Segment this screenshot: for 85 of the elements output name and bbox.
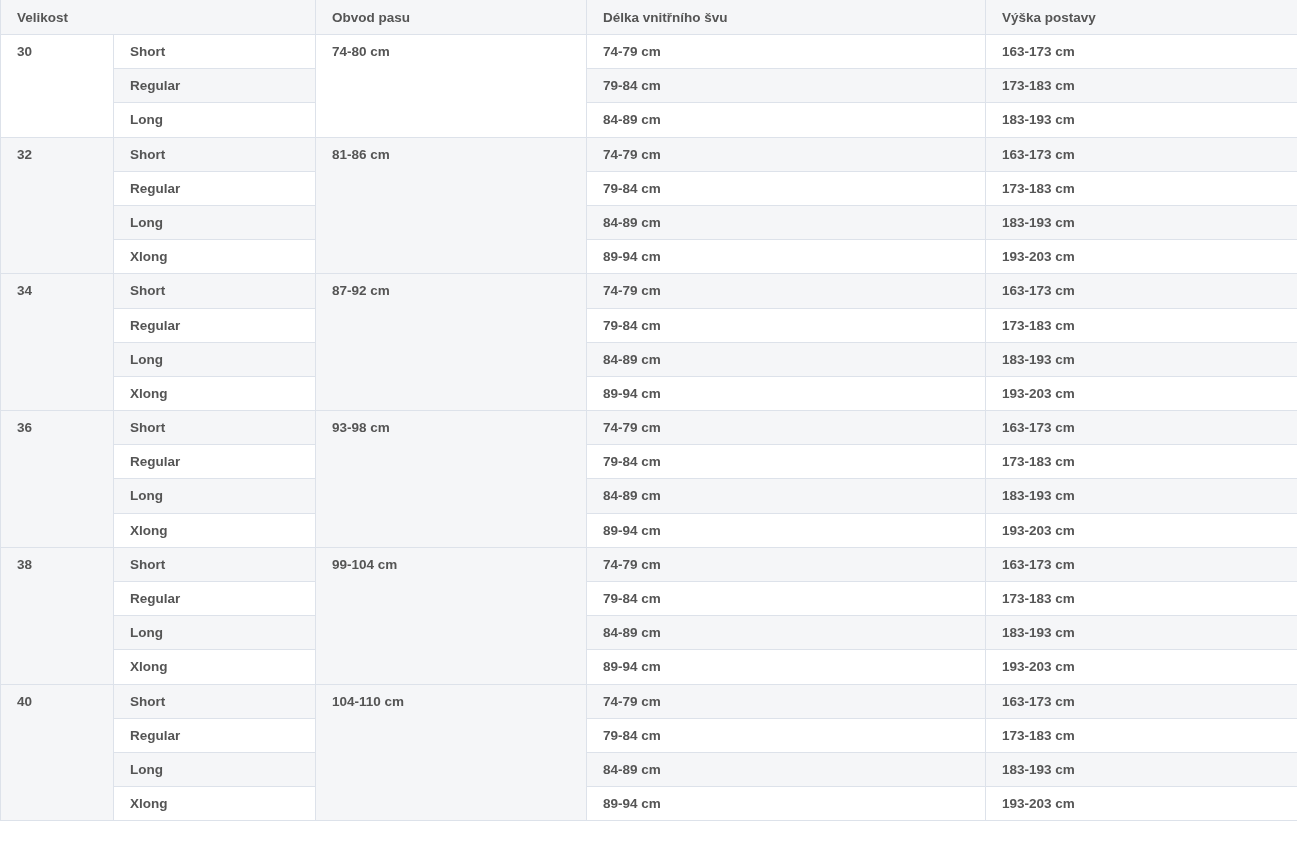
- height-cell: 163-173 cm: [985, 34, 1297, 69]
- height-cell: 183-193 cm: [985, 205, 1297, 240]
- length-cell: Long: [113, 478, 316, 514]
- waist-cell: 87-92 cm: [315, 273, 587, 411]
- height-cell: 183-193 cm: [985, 478, 1297, 514]
- length-cell: Short: [113, 547, 316, 582]
- length-cell: Xlong: [113, 649, 316, 685]
- size-cell: 34: [0, 273, 114, 411]
- height-cell: 173-183 cm: [985, 718, 1297, 753]
- length-cell: Short: [113, 410, 316, 445]
- length-cell: Regular: [113, 308, 316, 343]
- inseam-cell: 79-84 cm: [586, 171, 986, 206]
- length-cell: Long: [113, 342, 316, 377]
- height-cell: 173-183 cm: [985, 308, 1297, 343]
- length-cell: Regular: [113, 68, 316, 103]
- height-cell: 193-203 cm: [985, 376, 1297, 411]
- inseam-cell: 74-79 cm: [586, 684, 986, 719]
- size-cell: 32: [0, 137, 114, 274]
- inseam-cell: 89-94 cm: [586, 239, 986, 274]
- height-cell: 163-173 cm: [985, 547, 1297, 582]
- inseam-cell: 84-89 cm: [586, 752, 986, 787]
- height-cell: 173-183 cm: [985, 581, 1297, 616]
- waist-cell: 74-80 cm: [315, 34, 587, 138]
- inseam-cell: 89-94 cm: [586, 513, 986, 548]
- length-cell: Xlong: [113, 513, 316, 548]
- inseam-cell: 89-94 cm: [586, 786, 986, 821]
- height-cell: 163-173 cm: [985, 137, 1297, 172]
- inseam-cell: 74-79 cm: [586, 34, 986, 69]
- length-cell: Regular: [113, 171, 316, 206]
- inseam-cell: 84-89 cm: [586, 342, 986, 377]
- inseam-cell: 89-94 cm: [586, 649, 986, 685]
- inseam-cell: 84-89 cm: [586, 102, 986, 138]
- length-cell: Long: [113, 615, 316, 650]
- height-cell: 193-203 cm: [985, 786, 1297, 821]
- inseam-cell: 79-84 cm: [586, 308, 986, 343]
- height-cell: 173-183 cm: [985, 444, 1297, 479]
- length-cell: Regular: [113, 718, 316, 753]
- height-cell: 183-193 cm: [985, 752, 1297, 787]
- length-cell: Short: [113, 137, 316, 172]
- column-header: Obvod pasu: [315, 0, 587, 35]
- height-cell: 163-173 cm: [985, 273, 1297, 308]
- length-cell: Short: [113, 684, 316, 719]
- height-cell: 173-183 cm: [985, 171, 1297, 206]
- waist-cell: 81-86 cm: [315, 137, 587, 274]
- height-cell: 193-203 cm: [985, 239, 1297, 274]
- inseam-cell: 79-84 cm: [586, 581, 986, 616]
- length-cell: Short: [113, 273, 316, 308]
- inseam-cell: 74-79 cm: [586, 137, 986, 172]
- inseam-cell: 89-94 cm: [586, 376, 986, 411]
- waist-cell: 104-110 cm: [315, 684, 587, 821]
- inseam-cell: 84-89 cm: [586, 478, 986, 514]
- size-cell: 36: [0, 410, 114, 548]
- inseam-cell: 84-89 cm: [586, 615, 986, 650]
- length-cell: Regular: [113, 581, 316, 616]
- size-cell: 38: [0, 547, 114, 685]
- height-cell: 183-193 cm: [985, 342, 1297, 377]
- height-cell: 183-193 cm: [985, 102, 1297, 138]
- inseam-cell: 74-79 cm: [586, 410, 986, 445]
- height-cell: 193-203 cm: [985, 649, 1297, 685]
- inseam-cell: 84-89 cm: [586, 205, 986, 240]
- inseam-cell: 79-84 cm: [586, 444, 986, 479]
- column-header: Výška postavy: [985, 0, 1297, 35]
- column-header: Velikost: [0, 0, 316, 35]
- inseam-cell: 74-79 cm: [586, 273, 986, 308]
- length-cell: Regular: [113, 444, 316, 479]
- height-cell: 163-173 cm: [985, 684, 1297, 719]
- inseam-cell: 79-84 cm: [586, 718, 986, 753]
- waist-cell: 93-98 cm: [315, 410, 587, 548]
- length-cell: Short: [113, 34, 316, 69]
- height-cell: 193-203 cm: [985, 513, 1297, 548]
- inseam-cell: 79-84 cm: [586, 68, 986, 103]
- waist-cell: 99-104 cm: [315, 547, 587, 685]
- inseam-cell: 74-79 cm: [586, 547, 986, 582]
- size-cell: 40: [0, 684, 114, 821]
- height-cell: 183-193 cm: [985, 615, 1297, 650]
- length-cell: Xlong: [113, 239, 316, 274]
- length-cell: Long: [113, 205, 316, 240]
- height-cell: 173-183 cm: [985, 68, 1297, 103]
- length-cell: Xlong: [113, 376, 316, 411]
- length-cell: Long: [113, 752, 316, 787]
- length-cell: Long: [113, 102, 316, 138]
- column-header: Délka vnitřního švu: [586, 0, 986, 35]
- length-cell: Xlong: [113, 786, 316, 821]
- size-cell: 30: [0, 34, 114, 138]
- height-cell: 163-173 cm: [985, 410, 1297, 445]
